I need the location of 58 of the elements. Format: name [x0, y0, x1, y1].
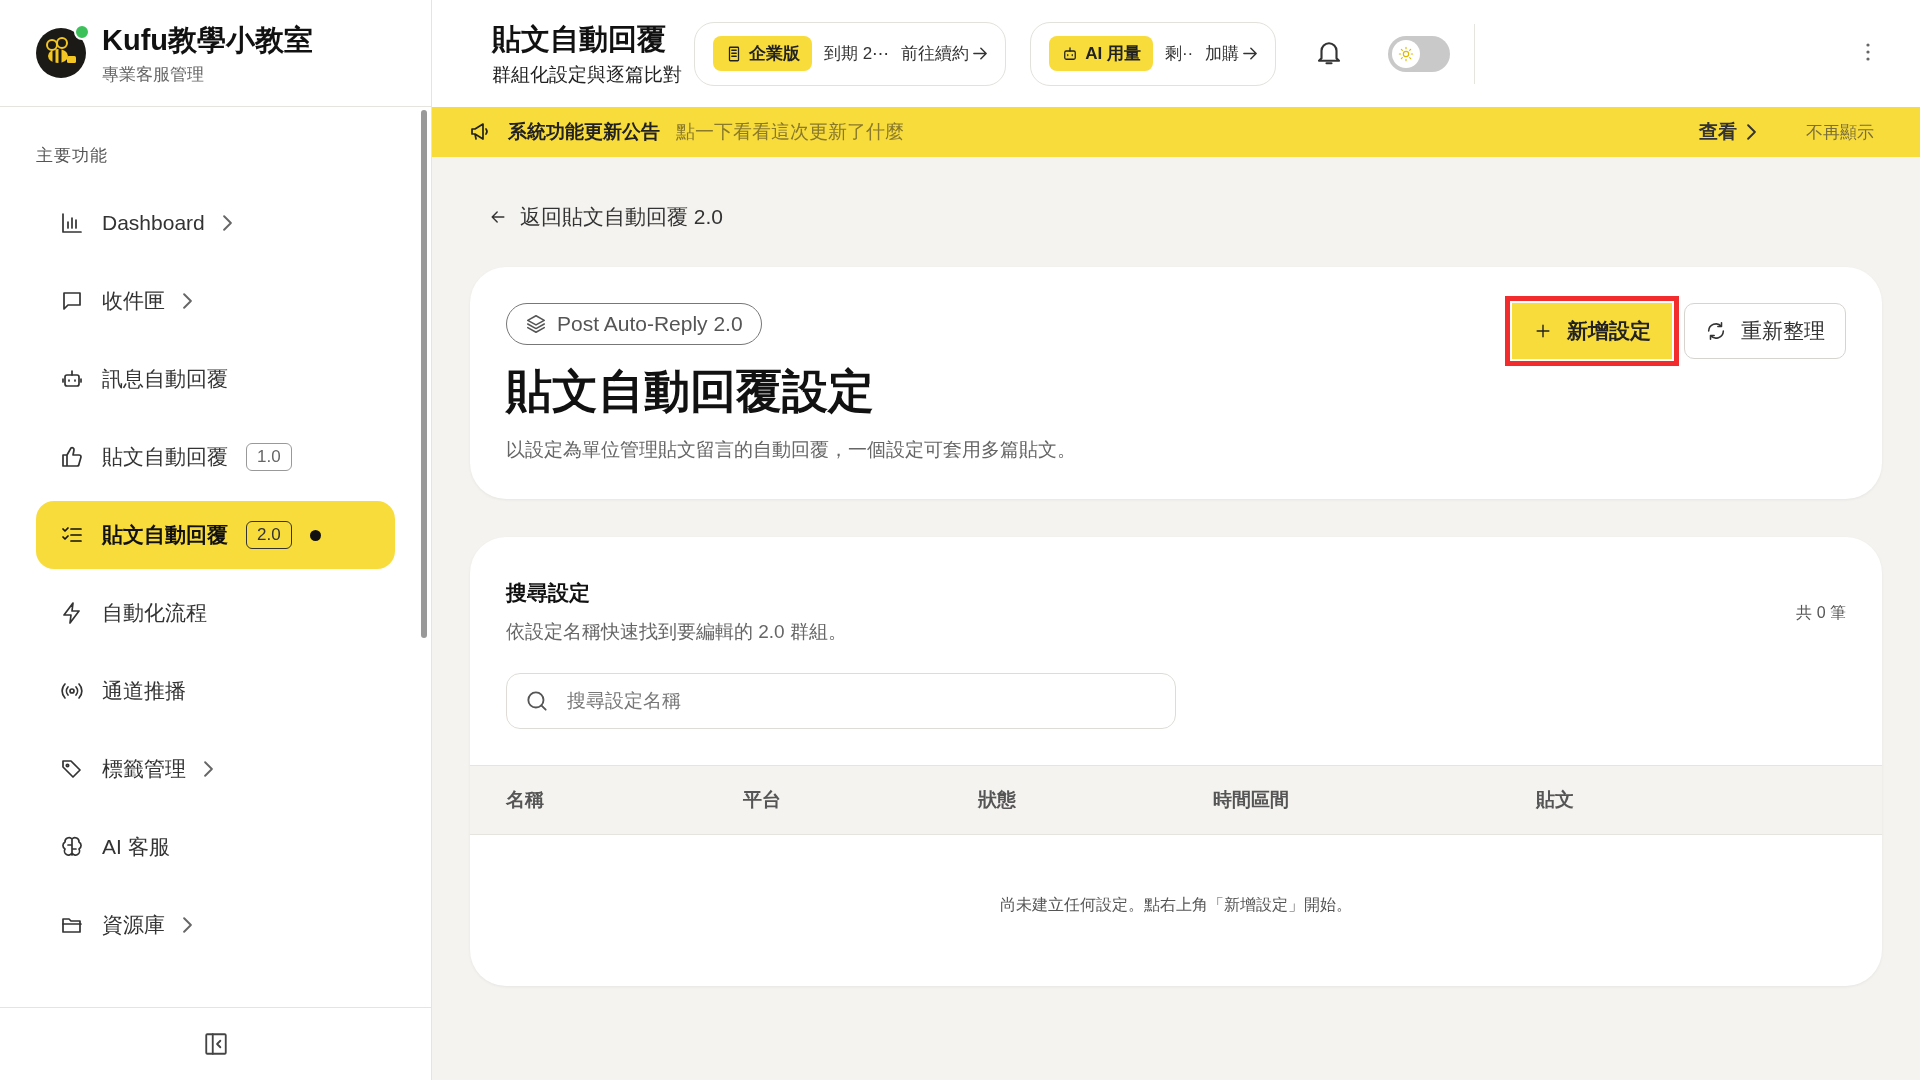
version-badge: 2.0 [246, 521, 292, 549]
arrow-right-icon [1243, 47, 1258, 60]
sidebar-item[interactable]: 自動化流程 [36, 579, 395, 647]
sidebar-item[interactable]: 資源庫 [36, 891, 395, 959]
bar-chart-icon [60, 211, 84, 235]
brain-icon [60, 835, 84, 859]
arrow-right-icon [973, 47, 988, 60]
column-header: 平台 [743, 788, 782, 812]
search-field[interactable]: 搜尋設定名稱 [506, 673, 1176, 729]
thumbs-up-icon [60, 445, 84, 469]
more-options-icon[interactable] [1866, 42, 1870, 61]
refresh-icon [1705, 320, 1727, 342]
column-header: 時間區間 [1213, 788, 1290, 812]
page-subtitle: 群組化設定與逐篇比對 [492, 62, 682, 87]
layers-icon [525, 313, 547, 335]
sidebar-item[interactable]: 貼文自動回覆 2.0 [36, 501, 395, 569]
sidebar-item[interactable]: 訊息自動回覆 [36, 345, 395, 413]
renew-link[interactable]: 前往續約 [901, 42, 988, 65]
search-icon [524, 688, 550, 714]
column-header: 貼文 [1536, 788, 1575, 812]
column-header: 名稱 [506, 788, 545, 812]
back-link[interactable]: 返回貼文自動回覆 2.0 [488, 203, 1882, 231]
refresh-button[interactable]: 重新整理 [1684, 303, 1846, 359]
scrollbar[interactable] [421, 110, 427, 638]
record-count: 共 0 筆 [1796, 603, 1846, 623]
chat-bubble-icon [60, 289, 84, 313]
bee-logo-icon [36, 28, 86, 78]
page-title: 貼文自動回覆 [492, 21, 667, 57]
plan-badge: 企業版 [713, 36, 812, 71]
theme-toggle[interactable] [1388, 35, 1451, 72]
view-link[interactable]: 查看 [1693, 118, 1762, 146]
column-header: 狀態 [978, 788, 1017, 812]
sidebar-item[interactable]: Dashboard [36, 189, 395, 257]
card-description: 以設定為單位管理貼文留言的自動回覆，一個設定可套用多篇貼文。 [506, 438, 1076, 462]
sidebar-item[interactable]: 通道推播 [36, 657, 395, 725]
buy-more-link[interactable]: 加購 [1205, 42, 1258, 65]
expiry-text: 到期 2⋯ [824, 43, 890, 65]
brand-subtitle: 專業客服管理 [102, 63, 205, 86]
dismiss-link[interactable]: 不再顯示 [1800, 119, 1880, 145]
remaining-text: 剩·· [1164, 43, 1194, 65]
sidebar-item[interactable]: AI 客服 [36, 813, 395, 881]
tags-icon [60, 757, 84, 781]
brand-name: Kufu教學小教室 [102, 22, 314, 58]
sidebar-item[interactable]: 收件匣 [36, 267, 395, 335]
card-title: 貼文自動回覆設定 [506, 364, 875, 419]
version-badge: 1.0 [246, 443, 292, 471]
sun-icon [1398, 45, 1415, 62]
chevron-right-icon [1747, 124, 1756, 140]
banner-title: 系統功能更新公告 [508, 120, 660, 144]
empty-message: 尚未建立任何設定。點右上角「新增設定」開始。 [1000, 896, 1352, 913]
usage-badge: AI 用量 [1049, 36, 1153, 71]
section-description: 依設定名稱快速找到要編輯的 2.0 群組。 [506, 620, 847, 644]
section-heading: 主要功能 [36, 145, 109, 167]
sidebar-item[interactable]: 標籤管理 [36, 735, 395, 803]
banner-text: 點一下看看這次更新了什麼 [676, 120, 904, 144]
section-title: 搜尋設定 [506, 580, 591, 606]
collapse-sidebar-icon[interactable] [202, 1031, 229, 1057]
sidebar-item[interactable]: 貼文自動回覆 1.0 [36, 423, 395, 491]
